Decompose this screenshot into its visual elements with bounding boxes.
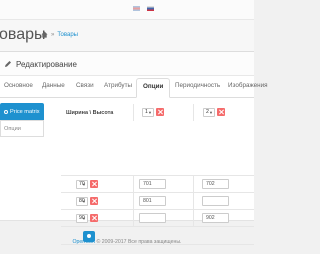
- row-select[interactable]: 90 ▼: [76, 214, 88, 223]
- footer-copyright: © 2009-2017 Все права защищены.: [95, 239, 182, 245]
- price-input[interactable]: 902: [202, 213, 229, 223]
- circle-icon: [4, 109, 8, 114]
- russian-flag-icon[interactable]: [147, 6, 154, 11]
- column-select[interactable]: 1 ▼: [142, 108, 154, 117]
- remove-column-button[interactable]: [217, 108, 225, 116]
- tab-data[interactable]: Данные: [42, 82, 65, 89]
- caret-down-icon: ▼: [209, 110, 213, 115]
- matrix-column-header: 2 ▼: [193, 104, 254, 121]
- caret-down-icon: ▼: [82, 182, 86, 187]
- table-row: 90 ▼ 902: [61, 209, 254, 227]
- breadcrumb: » Товары: [41, 31, 78, 38]
- edit-panel: Редактирование Основное Данные Связи Атр…: [0, 51, 268, 245]
- sidenav-item-options[interactable]: Опции: [0, 120, 44, 137]
- footer-opencart-link[interactable]: OpenCart: [73, 239, 96, 245]
- tab-general[interactable]: Основное: [4, 82, 33, 89]
- row-select[interactable]: 80 ▼: [76, 197, 88, 206]
- pencil-icon: [5, 61, 11, 67]
- tab-links[interactable]: Связи: [76, 82, 94, 89]
- sidenav-item-price-matrix[interactable]: Price matrix: [0, 103, 44, 120]
- remove-column-button[interactable]: [156, 108, 164, 116]
- table-row: 80 ▼ 801: [61, 192, 254, 210]
- panel-heading: Редактирование: [0, 52, 254, 76]
- price-input[interactable]: [139, 213, 166, 223]
- column-select[interactable]: 2 ▼: [203, 108, 215, 117]
- tab-recurring[interactable]: Периодичность: [175, 82, 220, 89]
- options-sidenav: Price matrix Опции: [0, 103, 44, 137]
- breadcrumb-products-link[interactable]: Товары: [57, 32, 78, 38]
- english-flag-icon[interactable]: [133, 6, 140, 11]
- row-select[interactable]: 70 ▼: [76, 180, 88, 189]
- language-bar: [0, 0, 254, 20]
- remove-row-button[interactable]: [90, 180, 98, 188]
- caret-down-icon: ▼: [82, 199, 86, 204]
- tab-images[interactable]: Изображения: [228, 82, 268, 89]
- caret-down-icon: ▼: [82, 216, 86, 221]
- price-input[interactable]: 701: [139, 179, 166, 189]
- tab-options[interactable]: Опции: [136, 78, 171, 98]
- matrix-corner-label: Ширина \ Высота: [66, 110, 114, 116]
- remove-row-button[interactable]: [90, 214, 98, 222]
- matrix-column-header: 1 ▼: [133, 104, 193, 121]
- caret-down-icon: ▼: [148, 110, 152, 115]
- price-input[interactable]: [202, 196, 229, 206]
- price-input[interactable]: 801: [139, 196, 166, 206]
- remove-row-button[interactable]: [90, 197, 98, 205]
- price-input[interactable]: 702: [202, 179, 229, 189]
- table-row: 70 ▼ 701 702: [61, 175, 254, 193]
- panel-title: Редактирование: [16, 60, 77, 69]
- home-icon[interactable]: [41, 31, 48, 38]
- tab-bar: Основное Данные Связи Атрибуты Опции Пер…: [0, 76, 268, 98]
- page-title: овары: [0, 26, 46, 43]
- footer: OpenCart © 2009-2017 Все права защищены.: [0, 239, 254, 245]
- matrix-header-row: Ширина \ Высота 1 ▼ 2 ▼: [61, 104, 254, 121]
- tab-attributes[interactable]: Атрибуты: [104, 82, 132, 89]
